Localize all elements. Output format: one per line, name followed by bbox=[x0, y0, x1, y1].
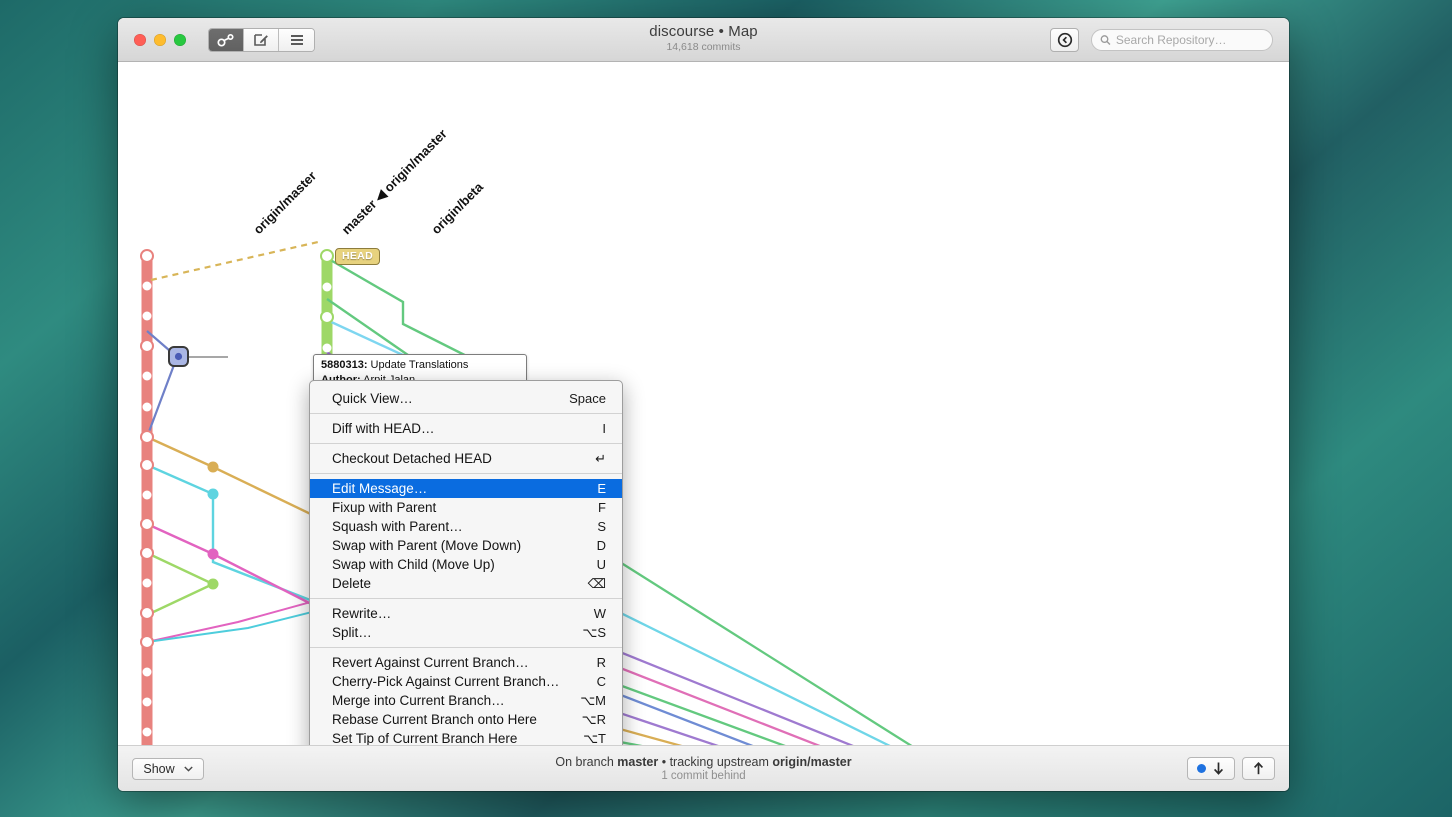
menu-shortcut: ⌫ bbox=[574, 576, 606, 592]
menu-shortcut: ⌥S bbox=[568, 625, 606, 641]
menu-label: Rebase Current Branch onto Here bbox=[332, 712, 568, 727]
push-button[interactable] bbox=[1242, 757, 1275, 780]
commit-context-menu[interactable]: Quick View… Space Diff with HEAD… I Chec… bbox=[309, 380, 623, 745]
sync-controls bbox=[1187, 757, 1275, 780]
graph-icon bbox=[217, 33, 235, 47]
menu-label: Cherry-Pick Against Current Branch… bbox=[332, 674, 583, 689]
pending-dot-icon bbox=[1197, 764, 1206, 773]
head-badge[interactable]: HEAD bbox=[335, 248, 380, 265]
show-dropdown[interactable]: Show bbox=[132, 758, 204, 780]
show-label: Show bbox=[143, 762, 174, 776]
menu-label: Swap with Parent (Move Down) bbox=[332, 538, 583, 553]
commit-graph bbox=[118, 62, 1289, 745]
menu-item-checkout-detached-head[interactable]: Checkout Detached HEAD ↵ bbox=[310, 449, 622, 468]
traffic-lights bbox=[134, 34, 186, 46]
menu-label: Rewrite… bbox=[332, 606, 580, 621]
tooltip-commit-message: Update Translations bbox=[368, 359, 469, 371]
menu-label: Fixup with Parent bbox=[332, 500, 584, 515]
menu-item-swap-with-parent[interactable]: Swap with Parent (Move Down) D bbox=[310, 536, 622, 555]
menu-shortcut: C bbox=[583, 674, 606, 689]
menu-label: Delete bbox=[332, 576, 574, 591]
menu-item-set-tip-of-current-branch-here[interactable]: Set Tip of Current Branch Here ⌥T bbox=[310, 729, 622, 745]
menu-shortcut: E bbox=[583, 481, 606, 496]
menu-shortcut: Space bbox=[555, 391, 606, 406]
menu-shortcut: ⌥T bbox=[569, 731, 606, 746]
close-button[interactable] bbox=[134, 34, 146, 46]
commit-view-button[interactable] bbox=[244, 29, 279, 51]
minimize-button[interactable] bbox=[154, 34, 166, 46]
status-branch: master bbox=[617, 755, 658, 769]
menu-shortcut: I bbox=[588, 421, 606, 436]
menu-item-cherry-pick-against-current-branch[interactable]: Cherry-Pick Against Current Branch… C bbox=[310, 672, 622, 691]
menu-item-rewrite[interactable]: Rewrite… W bbox=[310, 604, 622, 623]
menu-label: Revert Against Current Branch… bbox=[332, 655, 583, 670]
menu-label: Merge into Current Branch… bbox=[332, 693, 566, 708]
app-window: discourse • Map 14,618 commits bbox=[118, 18, 1289, 791]
search-input[interactable] bbox=[1116, 33, 1264, 47]
map-view-button[interactable] bbox=[209, 29, 244, 51]
compose-icon bbox=[253, 32, 269, 48]
menu-separator bbox=[310, 598, 622, 599]
menu-item-split[interactable]: Split… ⌥S bbox=[310, 623, 622, 642]
view-mode-segmented-control[interactable] bbox=[208, 28, 315, 52]
menu-shortcut: S bbox=[583, 519, 606, 534]
menu-item-fixup-with-parent[interactable]: Fixup with Parent F bbox=[310, 498, 622, 517]
arrow-up-icon bbox=[1252, 761, 1265, 776]
menu-item-merge-into-current-branch[interactable]: Merge into Current Branch… ⌥M bbox=[310, 691, 622, 710]
title-bar: discourse • Map 14,618 commits bbox=[118, 18, 1289, 62]
arrow-down-icon bbox=[1212, 761, 1225, 776]
branch-status: On branch master • tracking upstream ori… bbox=[118, 755, 1289, 782]
tooltip-commit-id: 5880313: bbox=[321, 359, 368, 371]
menu-label: Squash with Parent… bbox=[332, 519, 583, 534]
status-upstream: origin/master bbox=[772, 755, 851, 769]
menu-item-swap-with-child[interactable]: Swap with Child (Move Up) U bbox=[310, 555, 622, 574]
menu-shortcut: W bbox=[580, 606, 606, 621]
chevron-down-icon bbox=[184, 766, 193, 772]
search-icon bbox=[1100, 34, 1111, 46]
branch-status-line: On branch master • tracking upstream ori… bbox=[118, 755, 1289, 769]
zoom-button[interactable] bbox=[174, 34, 186, 46]
toolbar-right bbox=[1050, 28, 1273, 52]
menu-label: Quick View… bbox=[332, 391, 555, 406]
menu-label: Split… bbox=[332, 625, 568, 640]
menu-label: Set Tip of Current Branch Here bbox=[332, 731, 569, 745]
menu-separator bbox=[310, 647, 622, 648]
history-button[interactable] bbox=[1050, 28, 1079, 52]
menu-item-rebase-current-branch-onto-here[interactable]: Rebase Current Branch onto Here ⌥R bbox=[310, 710, 622, 729]
list-view-button[interactable] bbox=[279, 29, 314, 51]
menu-separator bbox=[310, 443, 622, 444]
commit-graph-canvas[interactable]: origin/master master ◀ origin/master ori… bbox=[118, 62, 1289, 745]
status-prefix: On branch bbox=[555, 755, 617, 769]
menu-item-delete[interactable]: Delete ⌫ bbox=[310, 574, 622, 593]
menu-label: Diff with HEAD… bbox=[332, 421, 588, 436]
menu-item-diff-with-head[interactable]: Diff with HEAD… I bbox=[310, 419, 622, 438]
menu-shortcut: U bbox=[583, 557, 606, 572]
status-bar: Show On branch master • tracking upstrea… bbox=[118, 745, 1289, 791]
pull-button[interactable] bbox=[1187, 757, 1235, 780]
menu-label: Swap with Child (Move Up) bbox=[332, 557, 583, 572]
menu-shortcut: R bbox=[583, 655, 606, 670]
menu-shortcut: ⌥M bbox=[566, 693, 606, 709]
menu-separator bbox=[310, 473, 622, 474]
menu-label: Checkout Detached HEAD bbox=[332, 451, 581, 466]
menu-shortcut: ↵ bbox=[581, 451, 606, 467]
menu-separator bbox=[310, 413, 622, 414]
menu-label: Edit Message… bbox=[332, 481, 583, 496]
status-mid: • tracking upstream bbox=[658, 755, 772, 769]
menu-shortcut: D bbox=[583, 538, 606, 553]
menu-shortcut: ⌥R bbox=[568, 712, 606, 728]
history-icon bbox=[1057, 32, 1073, 48]
menu-item-squash-with-parent[interactable]: Squash with Parent… S bbox=[310, 517, 622, 536]
tooltip-line-1: 5880313: Update Translations bbox=[321, 358, 520, 373]
status-sub: 1 commit behind bbox=[118, 770, 1289, 782]
menu-shortcut: F bbox=[584, 500, 606, 515]
menu-item-edit-message[interactable]: Edit Message… E bbox=[310, 479, 622, 498]
menu-item-revert-against-current-branch[interactable]: Revert Against Current Branch… R bbox=[310, 653, 622, 672]
search-field-wrapper[interactable] bbox=[1091, 29, 1273, 51]
lines-icon bbox=[289, 34, 305, 46]
menu-item-quick-view[interactable]: Quick View… Space bbox=[310, 389, 622, 408]
